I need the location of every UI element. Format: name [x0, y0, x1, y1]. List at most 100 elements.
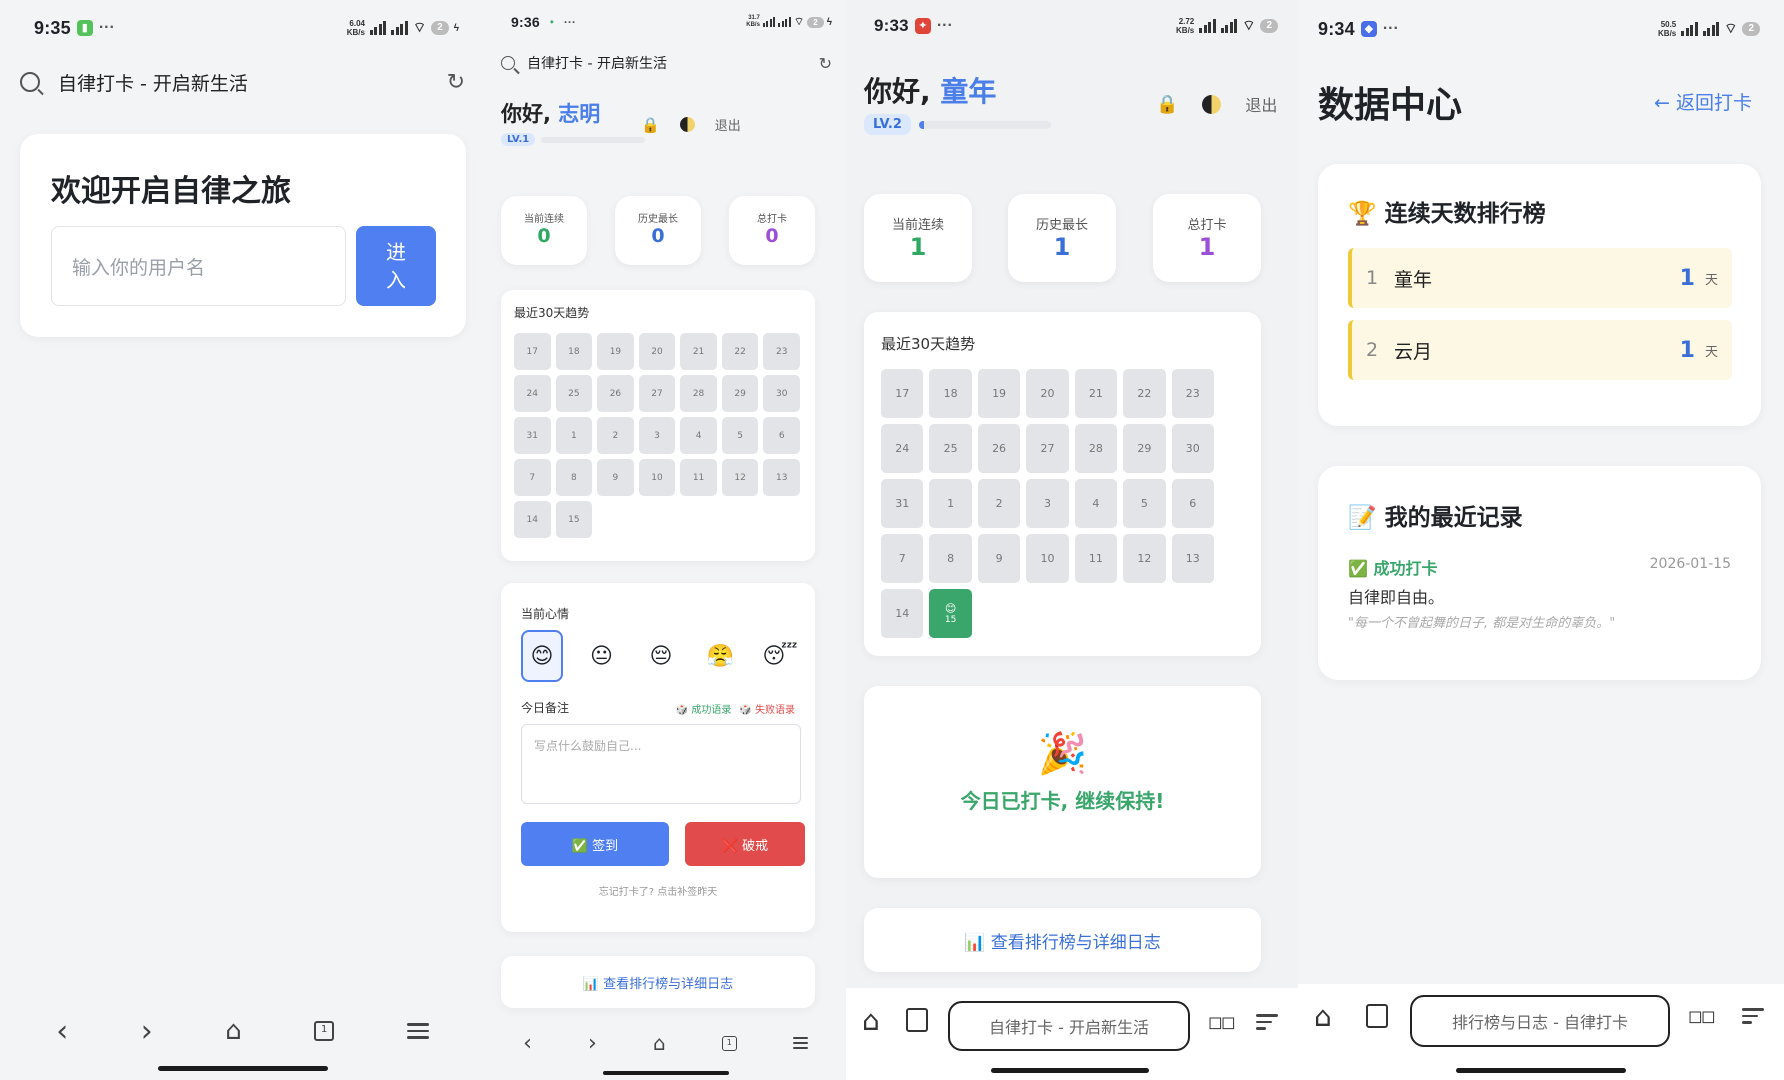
ranking-days: 1	[1679, 337, 1695, 363]
stat-label: 当前连续	[524, 214, 564, 225]
ranking-row: 1 童年 1 天	[1348, 248, 1732, 308]
lock-icon[interactable]: 🔒	[641, 116, 660, 134]
screen-data-center: 9:34 ◆ ··· 50.5 KB/s ⌔ 2 数据中心 ← 返回打卡 🏆 连…	[1298, 0, 1784, 1080]
calendar-day: 5	[721, 417, 759, 454]
makeup-hint[interactable]: 忘记打卡了? 点击补签昨天	[501, 883, 815, 898]
refresh-icon[interactable]: ↻	[819, 54, 832, 73]
header-actions: 🔒 退出	[1156, 92, 1277, 116]
calendar-day: 17	[881, 369, 924, 418]
logout-button[interactable]: 退出	[715, 115, 741, 134]
home-icon[interactable]: ⌂	[653, 1031, 666, 1055]
calendar-day: 23	[763, 333, 800, 370]
mood-sleepy[interactable]: 😴	[759, 630, 801, 682]
stat-longest-streak: 历史最长 0	[615, 196, 701, 265]
note-textarea[interactable]: 写点什么鼓励自己...	[521, 724, 801, 804]
leaderboard-link[interactable]: 📊 查看排行榜与详细日志	[864, 908, 1261, 972]
calendar-day: 26	[977, 424, 1021, 473]
break-button[interactable]: ❌ 破戒	[685, 822, 805, 866]
tabs-icon[interactable]: 1	[314, 1021, 335, 1041]
stat-label: 总打卡	[1187, 218, 1227, 233]
calendar-day-number: 28	[1088, 442, 1103, 455]
stat-value: 0	[537, 225, 551, 247]
calendar-day: 11	[1074, 534, 1118, 583]
level-bar: LV.2	[864, 114, 1051, 135]
signal-icon	[369, 21, 387, 35]
calendar-day-number: 13	[775, 472, 788, 483]
enter-button[interactable]: 进入	[356, 226, 436, 306]
calendar-day: 30	[763, 375, 800, 412]
theme-toggle-icon[interactable]	[679, 117, 695, 132]
status-bar: 9:35 ▮ ··· 6.04 KB/s ⌔ 2 ϟ	[0, 0, 485, 56]
forward-icon[interactable]: ›	[141, 1014, 153, 1049]
checkin-form-card: 当前心情 😊 😐 😔 😤 😴 今日备注 🎲 成功语录 🎲 失败语录 写点什么鼓励…	[501, 583, 815, 932]
mood-neutral[interactable]: 😐	[581, 630, 623, 682]
network-speed: 31.7 KB/s	[746, 15, 760, 28]
apps-icon[interactable]: ◻◻	[1688, 1006, 1716, 1027]
success-quote-link[interactable]: 🎲 成功语录	[676, 701, 732, 716]
app-notification-icon: ⬩	[549, 16, 554, 28]
mood-label: 当前心情	[521, 607, 570, 621]
browser-bottom-bar: ⌂ 自律打卡 - 开启新生活 ◻◻	[846, 988, 1298, 1080]
app-notification-icon: ✦	[914, 18, 931, 34]
calendar-day: 23	[1171, 369, 1214, 418]
forward-icon[interactable]: ›	[588, 1031, 597, 1056]
back-to-checkin-link[interactable]: ← 返回打卡	[1654, 88, 1752, 115]
calendar-day: 10	[1026, 534, 1069, 583]
address-bar[interactable]: 自律打卡 - 开启新生活	[948, 1001, 1190, 1051]
page-url-title[interactable]: 自律打卡 - 开启新生活	[58, 69, 248, 96]
signal-icon-2	[1220, 19, 1238, 33]
record-quote: "每一个不曾起舞的日子, 都是对生命的辜负。"	[1348, 616, 1616, 631]
address-bar[interactable]: 自律打卡 - 开启新生活 ↻	[0, 62, 485, 102]
calendar-day-number: 28	[692, 388, 705, 399]
calendar-day-number: 20	[1040, 387, 1055, 400]
mood-angry[interactable]: 😤	[700, 630, 742, 682]
mood-happy[interactable]: 😊	[521, 630, 563, 682]
stat-current-streak: 当前连续 0	[501, 196, 587, 265]
calendar-day: 13	[1171, 534, 1214, 583]
menu-icon[interactable]	[1256, 1010, 1278, 1034]
logout-button[interactable]: 退出	[1245, 92, 1277, 116]
sign-button[interactable]: ✅ 签到	[521, 822, 669, 866]
stat-value: 1	[1198, 233, 1216, 261]
home-icon[interactable]: ⌂	[862, 1004, 880, 1037]
username-input[interactable]: 输入你的用户名	[51, 226, 346, 306]
calendar-day: 25	[555, 375, 593, 412]
calendar-day: 26	[597, 375, 634, 412]
status-time: 9:35	[34, 17, 71, 38]
address-bar[interactable]: 排行榜与日志 - 自律打卡	[1410, 995, 1670, 1047]
header-actions: 🔒 退出	[641, 115, 741, 135]
menu-icon[interactable]	[1742, 1004, 1764, 1028]
calendar-day-number: 5	[737, 430, 743, 441]
stat-longest-streak: 历史最长 1	[1008, 194, 1116, 282]
calendar-day: 2	[977, 479, 1021, 528]
welcome-title: 欢迎开启自律之旅	[51, 174, 291, 209]
refresh-icon[interactable]: ↻	[447, 70, 465, 95]
ranking-name: 云月	[1394, 340, 1433, 363]
calendar-day: 12	[721, 459, 759, 496]
new-tab-icon[interactable]	[906, 1008, 928, 1032]
back-icon[interactable]: ‹	[523, 1031, 532, 1056]
calendar-day-number: 3	[654, 430, 660, 441]
menu-icon[interactable]	[406, 1019, 429, 1043]
signal-icon	[762, 17, 776, 27]
home-icon[interactable]: ⌂	[1314, 1000, 1332, 1033]
home-icon[interactable]: ⌂	[225, 1016, 242, 1046]
address-bar[interactable]: 自律打卡 - 开启新生活 ↻	[485, 46, 846, 80]
new-tab-icon[interactable]	[1366, 1004, 1388, 1028]
tabs-icon[interactable]: 1	[721, 1035, 737, 1051]
lock-icon[interactable]: 🔒	[1156, 94, 1178, 115]
calendar-day: 27	[638, 375, 676, 412]
stat-label: 当前连续	[891, 218, 944, 233]
status-time: 9:36	[511, 14, 540, 30]
fail-quote-link[interactable]: 🎲 失败语录	[739, 701, 795, 716]
theme-toggle-icon[interactable]	[1202, 94, 1222, 114]
greeting: 你好, 志明	[501, 98, 600, 128]
ranking-unit: 天	[1704, 344, 1718, 360]
back-icon[interactable]: ‹	[56, 1014, 68, 1049]
apps-icon[interactable]: ◻◻	[1208, 1012, 1236, 1033]
leaderboard-link[interactable]: 📊 查看排行榜与详细日志	[501, 956, 815, 1008]
mood-sad[interactable]: 😔	[640, 630, 682, 682]
stat-value: 0	[765, 225, 779, 247]
page-url-title[interactable]: 自律打卡 - 开启新生活	[527, 53, 667, 73]
menu-icon[interactable]	[792, 1034, 808, 1052]
